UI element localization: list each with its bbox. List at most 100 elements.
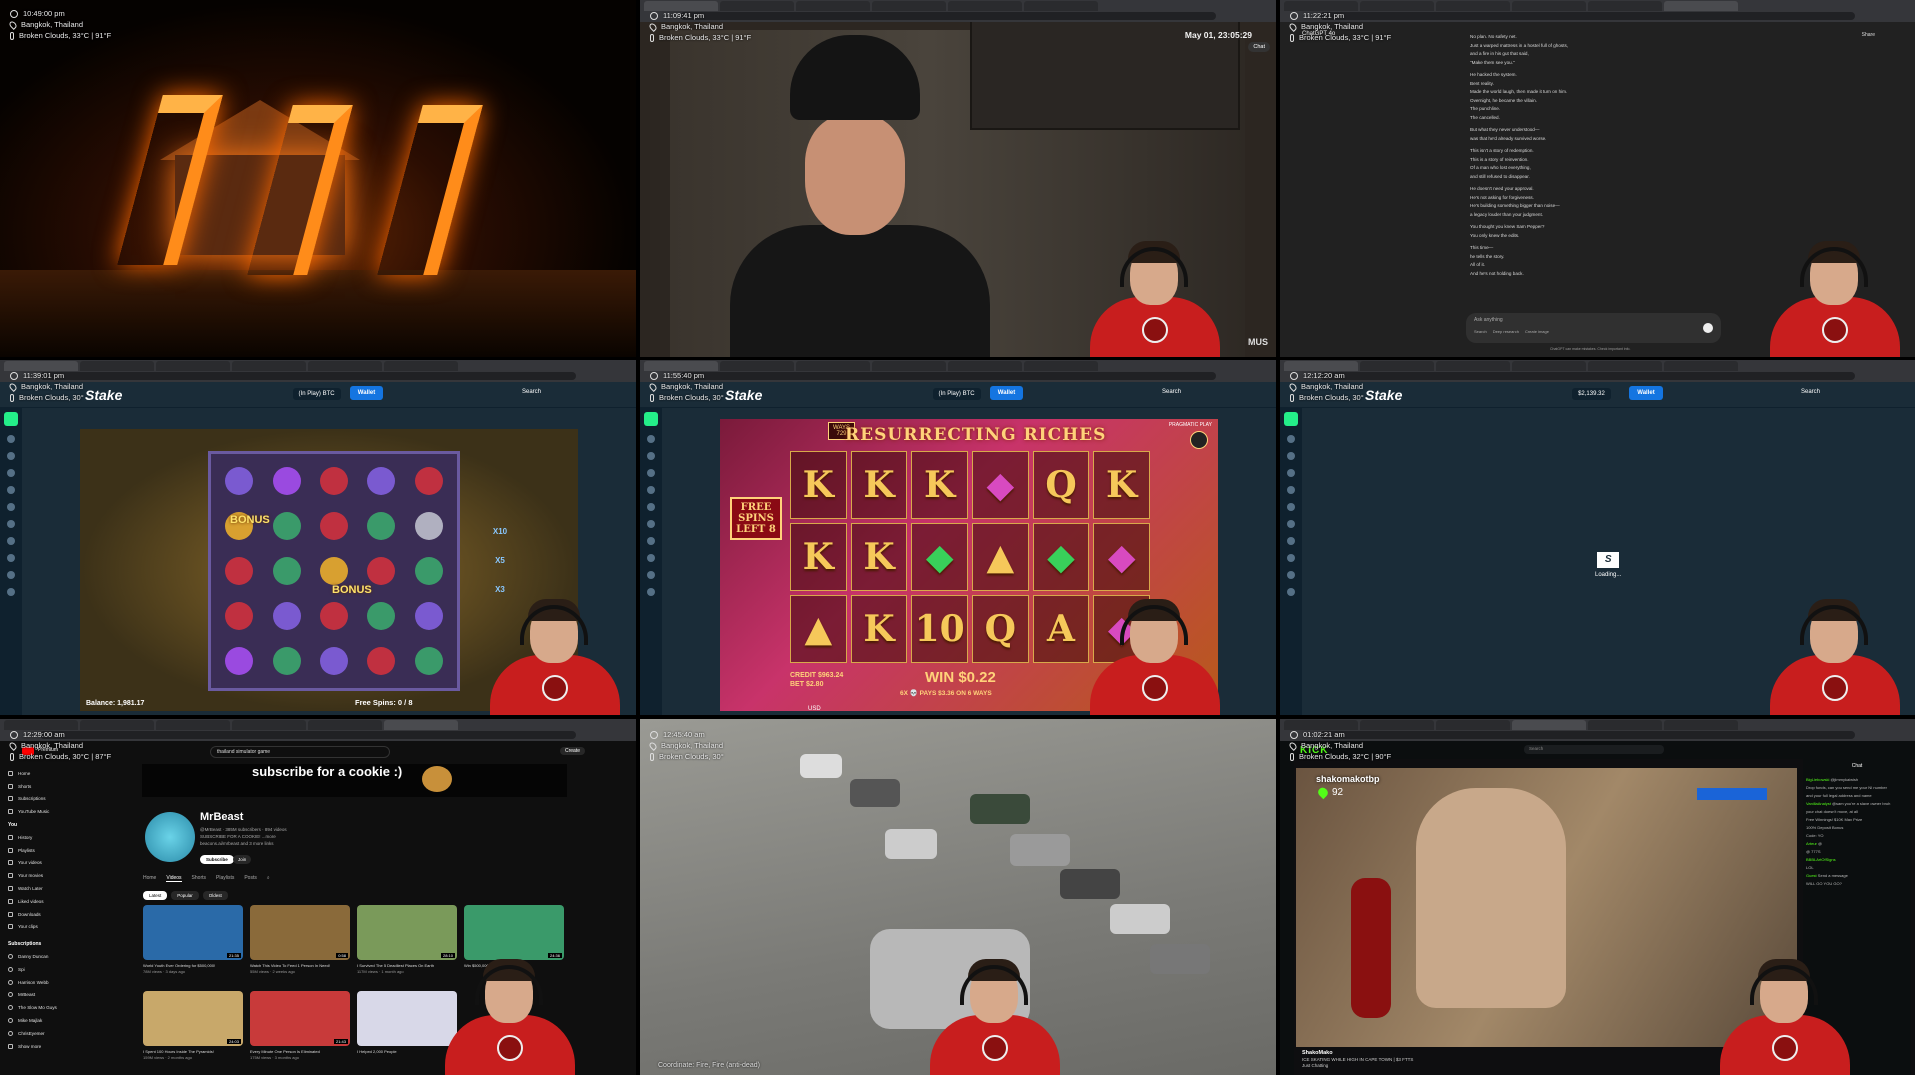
sidebar-item-history[interactable]: History <box>8 831 80 844</box>
currency-toggle[interactable]: USD <box>808 706 821 712</box>
address-bar[interactable] <box>1320 12 1855 20</box>
create-button[interactable]: Create <box>560 747 586 755</box>
channel-links[interactable]: beacons.ai/mrbeast and 3 more links <box>200 840 320 847</box>
channel-description[interactable]: SUBSCRIBE FOR A COOKIE! ...more <box>200 833 320 840</box>
browser-tab[interactable] <box>948 1 1022 11</box>
nav-icon[interactable] <box>1287 469 1295 477</box>
tab-home[interactable]: Home <box>143 875 156 882</box>
balance-display[interactable]: (In Play) BTC <box>292 388 341 400</box>
address-bar[interactable] <box>40 372 576 380</box>
browser-tab[interactable] <box>1588 1 1662 11</box>
nav-icon[interactable] <box>647 554 655 562</box>
chip-popular[interactable]: Popular <box>171 891 199 900</box>
send-icon[interactable] <box>1703 323 1713 333</box>
video-caption[interactable]: Every Minute One Person Is Eliminated 175… <box>250 1049 350 1060</box>
search-icon[interactable]: ⌕ <box>267 875 270 882</box>
browser-tab[interactable] <box>1664 1 1738 11</box>
browser-tab[interactable] <box>872 361 946 371</box>
nav-icon[interactable] <box>1287 452 1295 460</box>
subscription-item[interactable]: MrBeast <box>8 989 80 1002</box>
nav-icon[interactable] <box>7 588 15 596</box>
subscription-item[interactable]: ChrisEyemer <box>8 1027 80 1040</box>
browser-tab[interactable] <box>232 361 306 371</box>
show-more[interactable]: Show more <box>8 1040 80 1053</box>
subscription-item[interactable]: Danny Duncan <box>8 950 80 963</box>
nav-icon[interactable] <box>7 571 15 579</box>
nav-icon[interactable] <box>1287 537 1295 545</box>
subscription-item[interactable]: Spi <box>8 963 80 976</box>
nav-icon[interactable] <box>7 486 15 494</box>
stake-logo[interactable]: Stake <box>85 387 122 403</box>
browser-tab[interactable] <box>1436 1 1510 11</box>
balance-display[interactable]: $2,139.32 <box>1572 388 1611 400</box>
stream-category[interactable]: Just Chatting <box>1302 1063 1413 1070</box>
channel-avatar[interactable] <box>145 812 195 862</box>
video-thumbnail[interactable]: 21:43 <box>250 991 350 1046</box>
nav-icon[interactable] <box>647 520 655 528</box>
chat-username[interactable]: Arteur <box>1806 841 1817 846</box>
wallet-button[interactable]: Wallet <box>989 386 1024 400</box>
video-caption[interactable]: I Spent 100 Hours Inside The Pyramids! 15… <box>143 1049 243 1060</box>
stake-logo[interactable]: Stake <box>1365 387 1402 403</box>
subscription-item[interactable]: Harrison Webb <box>8 976 80 989</box>
tab-posts[interactable]: Posts <box>244 875 257 882</box>
menu-icon[interactable] <box>1284 412 1298 426</box>
sidebar-item-your-videos[interactable]: Your videos <box>8 857 80 870</box>
nav-icon[interactable] <box>647 452 655 460</box>
subscription-item[interactable]: Mike Majlak <box>8 1014 80 1027</box>
search-input[interactable]: thailand simulator game <box>210 746 390 758</box>
browser-tab[interactable] <box>796 1 870 11</box>
search-button[interactable]: Search <box>1801 389 1820 395</box>
wallet-button[interactable]: Wallet <box>349 386 384 400</box>
sidebar-item-your-movies[interactable]: Your movies <box>8 869 80 882</box>
tab-videos[interactable]: Videos <box>166 875 182 882</box>
browser-tab[interactable] <box>156 361 230 371</box>
nav-icon[interactable] <box>1287 520 1295 528</box>
tab-playlists[interactable]: Playlists <box>216 875 234 882</box>
deep-research-button[interactable]: Deep research <box>1493 329 1519 334</box>
chat-button[interactable]: Chat <box>1248 42 1270 52</box>
chat-input[interactable]: Ask anything Search Deep research Create… <box>1466 313 1721 343</box>
browser-tab[interactable] <box>308 720 382 730</box>
search-button[interactable]: Search <box>1162 389 1181 395</box>
address-bar[interactable] <box>680 372 1216 380</box>
sidebar-item-clips[interactable]: Your clips <box>8 921 80 934</box>
browser-tab[interactable] <box>1512 720 1586 730</box>
address-bar[interactable] <box>680 12 1216 20</box>
video-thumbnail[interactable]: 0:58 <box>250 905 350 960</box>
stake-logo[interactable]: Stake <box>725 387 762 403</box>
join-button[interactable]: Join <box>233 855 252 864</box>
browser-tab[interactable] <box>720 361 794 371</box>
search-tool-button[interactable]: Search <box>1474 329 1487 334</box>
nav-icon[interactable] <box>7 435 15 443</box>
nav-icon[interactable] <box>647 469 655 477</box>
browser-tab[interactable] <box>1512 1 1586 11</box>
create-image-button[interactable]: Create image <box>1525 329 1549 334</box>
browser-tab[interactable] <box>1024 361 1098 371</box>
browser-tab[interactable] <box>308 361 382 371</box>
nav-icon[interactable] <box>7 469 15 477</box>
browser-tab[interactable] <box>232 720 306 730</box>
share-button[interactable]: Share <box>1862 32 1875 38</box>
chat-username[interactable]: BBBLArtOfSigns <box>1806 857 1836 862</box>
nav-icon[interactable] <box>647 588 655 596</box>
browser-tab[interactable] <box>384 361 458 371</box>
browser-tab[interactable] <box>796 361 870 371</box>
browser-tab[interactable] <box>1024 1 1098 11</box>
chat-username[interactable]: VanillaAnalyst <box>1806 801 1831 806</box>
video-thumbnail[interactable]: 21:35 <box>143 905 243 960</box>
browser-tab[interactable] <box>1512 361 1586 371</box>
nav-icon[interactable] <box>1287 571 1295 579</box>
search-button[interactable]: Search <box>522 389 541 395</box>
nav-icon[interactable] <box>7 520 15 528</box>
nav-icon[interactable] <box>647 571 655 579</box>
wallet-button[interactable]: Wallet <box>1629 386 1663 400</box>
video-thumbnail[interactable]: 24:36 <box>464 905 564 960</box>
nav-icon[interactable] <box>1287 503 1295 511</box>
chat-username[interactable]: Guest <box>1806 873 1817 878</box>
sidebar-item-playlists[interactable]: Playlists <box>8 844 80 857</box>
tab-shorts[interactable]: Shorts <box>192 875 206 882</box>
browser-tab[interactable] <box>1588 720 1662 730</box>
sidebar-item-home[interactable]: Home <box>8 767 80 780</box>
browser-tab[interactable] <box>1436 361 1510 371</box>
